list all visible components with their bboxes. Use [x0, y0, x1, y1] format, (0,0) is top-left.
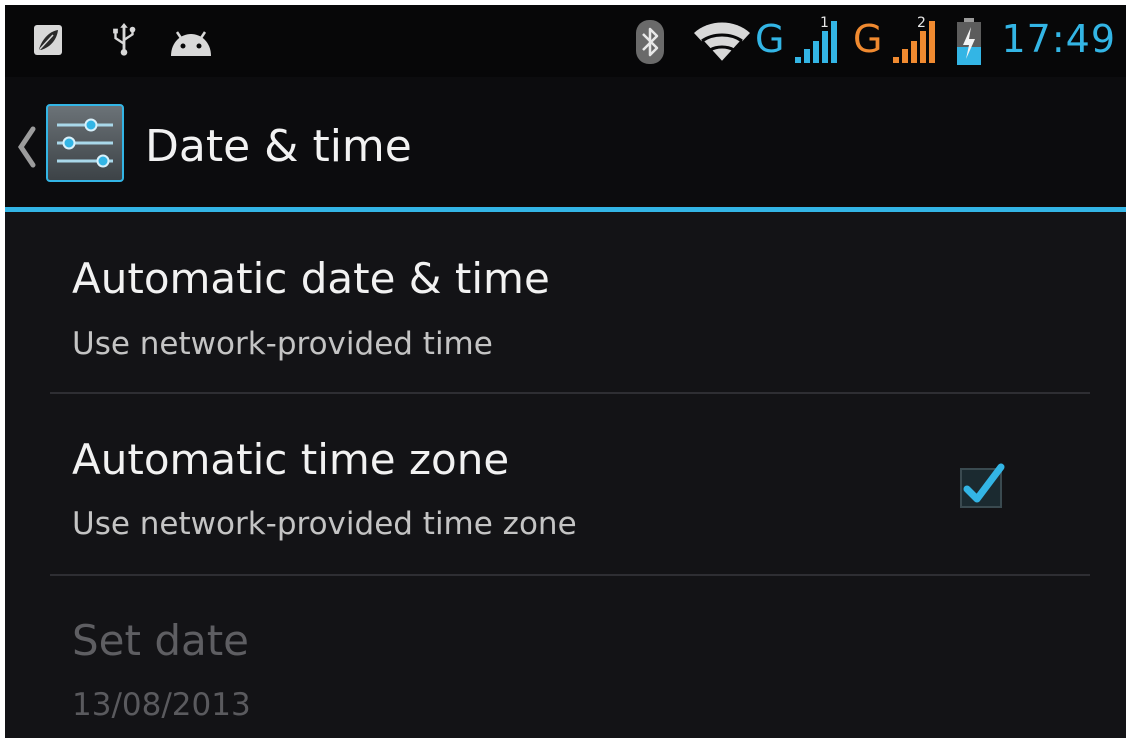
pref-summary: Use network-provided time zone: [72, 506, 577, 542]
android-icon: [171, 31, 211, 56]
status-clock: 17:49: [1001, 17, 1116, 61]
signal-icon: [795, 21, 837, 63]
pref-set-date[interactable]: Set date 13/08/2013: [5, 577, 1126, 738]
network-type-2: G: [853, 17, 883, 61]
action-bar-divider: [5, 207, 1126, 212]
settings-sliders-icon[interactable]: [45, 103, 125, 183]
pref-title: Automatic time zone: [72, 435, 510, 484]
page-title: Date & time: [145, 121, 412, 172]
pref-title: Automatic date & time: [72, 254, 550, 303]
android-screen: G 1 G 2 17:49 Date & time Automatic date…: [5, 5, 1126, 738]
list-divider: [50, 392, 1090, 394]
sim-1-label: 1: [820, 15, 829, 31]
wifi-icon: [694, 22, 750, 65]
bluetooth-icon: [636, 20, 664, 64]
battery-charging-icon: [957, 18, 981, 65]
leaf-icon: [34, 25, 62, 55]
network-type-1: G: [755, 17, 785, 61]
pref-automatic-time-zone[interactable]: Automatic time zone Use network-provided…: [5, 395, 1126, 575]
sim-2-label: 2: [917, 15, 926, 31]
pref-summary: 13/08/2013: [72, 687, 251, 723]
chevron-left-icon[interactable]: [15, 123, 39, 171]
list-divider: [50, 574, 1090, 576]
pref-title: Set date: [72, 616, 250, 665]
usb-icon: [113, 23, 136, 56]
automatic-time-zone-checkbox[interactable]: [959, 461, 1007, 509]
status-bar: G 1 G 2 17:49: [5, 5, 1126, 77]
pref-summary: Use network-provided time: [72, 326, 493, 362]
pref-automatic-date-time[interactable]: Automatic date & time Use network-provid…: [5, 215, 1126, 393]
